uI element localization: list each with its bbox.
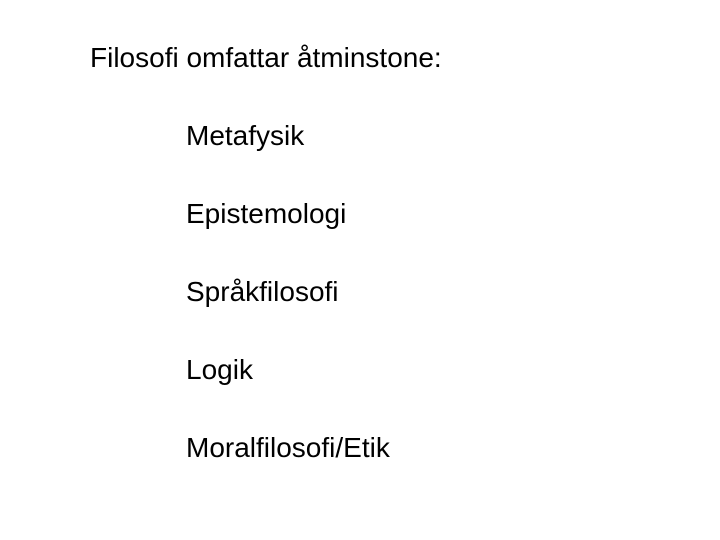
list-item: Logik	[186, 354, 720, 386]
slide: Filosofi omfattar åtminstone: Metafysik …	[0, 0, 720, 540]
list-item: Epistemologi	[186, 198, 720, 230]
list-item: Metafysik	[186, 120, 720, 152]
topic-list: Metafysik Epistemologi Språkfilosofi Log…	[90, 120, 720, 464]
list-item: Språkfilosofi	[186, 276, 720, 308]
list-item: Moralfilosofi/Etik	[186, 432, 720, 464]
slide-heading: Filosofi omfattar åtminstone:	[90, 42, 720, 74]
